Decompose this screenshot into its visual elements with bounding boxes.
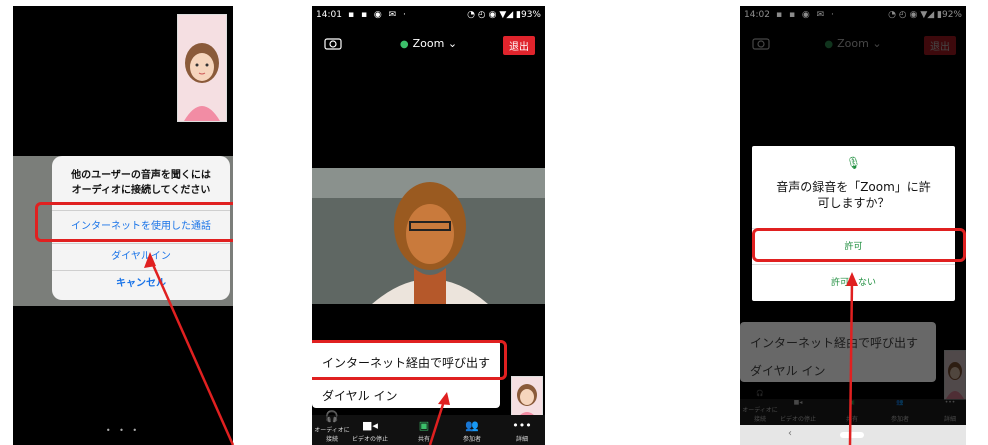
annotation-arrow-3 [846,272,858,445]
